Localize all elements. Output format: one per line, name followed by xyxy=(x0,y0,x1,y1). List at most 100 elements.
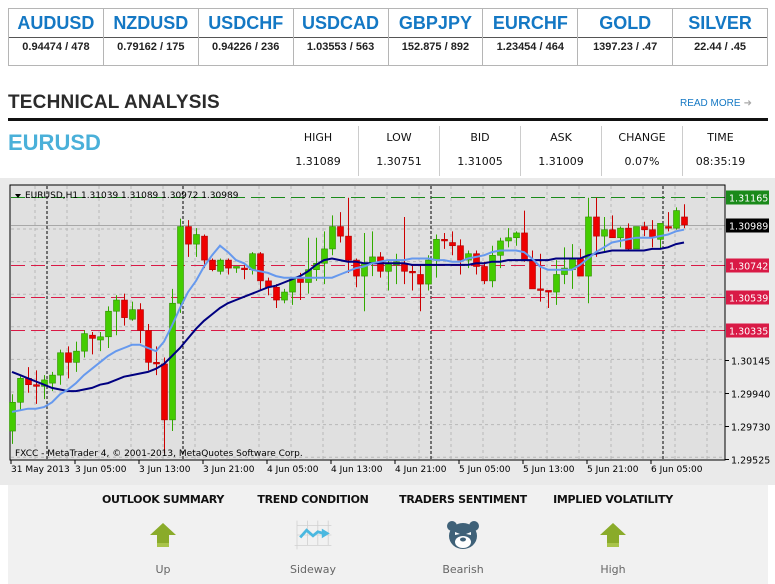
y-tick-label: 1.29730 xyxy=(731,423,770,434)
summary-value: Sideway xyxy=(289,563,337,576)
candle-body xyxy=(521,232,528,261)
implied-volatility: IMPLIED VOLATILITY High xyxy=(543,485,683,576)
ticker-symbol[interactable]: EURCHF xyxy=(483,9,578,39)
ticker-symbol[interactable]: GBPJPY xyxy=(388,9,483,39)
ticker-quote: 1.03553 / 563 xyxy=(306,41,375,54)
candle-body xyxy=(209,259,216,270)
quote-change: CHANGE 0.07% xyxy=(602,126,683,176)
candle-body xyxy=(17,378,24,403)
candle-body xyxy=(593,216,600,237)
candle-body xyxy=(505,237,512,242)
candle-body xyxy=(137,309,144,331)
x-tick-label: 4 Jun 21:00 xyxy=(395,465,447,475)
ticker-symbol[interactable]: USDCAD xyxy=(293,9,388,39)
ticker-item-audusd[interactable]: AUDUSD 0.94474 / 478 xyxy=(9,9,104,65)
x-tick-label: 6 Jun 05:00 xyxy=(651,465,703,475)
candle-body xyxy=(513,232,520,239)
ticker-strip: AUDUSD 0.94474 / 478 NZDUSD 0.79162 / 175 … xyxy=(8,8,768,66)
price-level-label: 1.30742 xyxy=(729,262,768,273)
chart-title: EURUSD,H1 1.31039 1.31089 1.30972 1.3098… xyxy=(25,191,239,201)
summary-heading: OUTLOOK SUMMARY xyxy=(101,493,225,506)
sideways-trend-icon xyxy=(293,515,333,555)
candle-body xyxy=(273,286,280,301)
candle-body xyxy=(193,234,200,245)
x-tick-label: 31 May 2013 xyxy=(11,465,70,475)
candle-body xyxy=(385,262,392,272)
candle-body xyxy=(153,362,160,365)
candle-body xyxy=(49,374,56,384)
candlestick-chart[interactable]: 1.31165 1.30989 1.30742 1.30539 1.30335 1.301… xyxy=(0,178,775,485)
summary-value: High xyxy=(600,563,626,576)
summary-value: Up xyxy=(155,563,171,576)
candle-body xyxy=(681,216,688,226)
quote-label: LOW xyxy=(386,131,412,144)
price-chart[interactable]: 1.31165 1.30989 1.30742 1.30539 1.30335 1.301… xyxy=(0,178,775,485)
ticker-quote: 1.23454 / 464 xyxy=(496,41,564,54)
section-title: TECHNICAL ANALYSIS xyxy=(8,92,220,113)
read-more-label[interactable]: READ MORE xyxy=(680,98,741,109)
candle-body xyxy=(105,310,112,338)
candle-body xyxy=(65,352,72,363)
candle-body xyxy=(161,363,168,421)
traders-sentiment: TRADERS SENTIMENT Bearish xyxy=(393,485,533,576)
ticker-symbol[interactable]: USDCHF xyxy=(198,9,293,39)
candle-body xyxy=(233,266,240,269)
summary-heading: TREND CONDITION xyxy=(257,493,369,506)
section-divider xyxy=(8,118,768,121)
ticker-item-silver[interactable]: SILVER 22.44 / .45 xyxy=(673,9,767,65)
candle-body xyxy=(337,226,344,237)
ticker-symbol[interactable]: AUDUSD xyxy=(9,9,103,39)
ticker-quote: 152.875 / 892 xyxy=(401,41,470,54)
quote-label: HIGH xyxy=(303,131,333,144)
candle-body xyxy=(497,240,504,256)
summary-heading: TRADERS SENTIMENT xyxy=(399,493,527,506)
x-tick-label: 5 Jun 13:00 xyxy=(523,465,575,475)
candle-body xyxy=(449,242,456,247)
ticker-quote: 0.94226 / 236 xyxy=(212,41,280,54)
candle-body xyxy=(489,255,496,282)
arrow-up-icon xyxy=(593,515,633,555)
ticker-item-eurchf[interactable]: EURCHF 1.23454 / 464 xyxy=(483,9,579,65)
ticker-item-nzdusd[interactable]: NZDUSD 0.79162 / 175 xyxy=(103,9,199,65)
x-tick-label: 4 Jun 05:00 xyxy=(267,465,319,475)
candle-body xyxy=(641,226,648,231)
candle-body xyxy=(417,274,424,285)
candle-body xyxy=(409,270,416,274)
ticker-item-usdcad[interactable]: USDCAD 1.03553 / 563 xyxy=(293,9,389,65)
candle-body xyxy=(185,226,192,245)
candle-body xyxy=(81,333,88,352)
candle-body xyxy=(673,210,680,229)
candle-body xyxy=(217,259,224,272)
candle-body xyxy=(177,226,184,304)
candle-body xyxy=(585,216,592,277)
candle-body xyxy=(601,229,608,237)
ticker-quote: 0.79162 / 175 xyxy=(117,41,185,54)
ticker-item-gbpjpy[interactable]: GBPJPY 152.875 / 892 xyxy=(388,9,484,65)
ticker-symbol[interactable]: GOLD xyxy=(578,9,673,39)
price-axis: 1.31165 1.30989 1.30742 1.30539 1.30335 1.301… xyxy=(725,190,770,467)
quote-label: BID xyxy=(470,131,490,144)
read-more-link[interactable]: READ MORE ➜ xyxy=(680,98,752,109)
x-tick-label: 5 Jun 05:00 xyxy=(459,465,511,475)
ticker-quote: 0.94474 / 478 xyxy=(22,41,90,54)
candle-body xyxy=(529,259,536,290)
candle-body xyxy=(129,309,136,320)
ticker-symbol[interactable]: NZDUSD xyxy=(103,9,198,39)
ticker-quote: 22.44 / .45 xyxy=(694,41,747,54)
candle-body xyxy=(257,253,264,282)
candle-body xyxy=(545,290,552,293)
ticker-quote: 1397.23 / .47 xyxy=(593,41,658,54)
chart-watermark: FXCC - MetaTrader 4, © 2001-2013, MetaQu… xyxy=(15,449,303,459)
candle-body xyxy=(665,226,672,229)
ticker-item-gold[interactable]: GOLD 1397.23 / .47 xyxy=(578,9,674,65)
arrow-right-icon: ➜ xyxy=(743,98,752,109)
summary-value: Bearish xyxy=(442,563,484,576)
candle-body xyxy=(329,226,336,250)
bear-icon xyxy=(443,515,483,555)
quote-value: 08:35:19 xyxy=(695,155,746,168)
ticker-symbol[interactable]: SILVER xyxy=(673,9,767,39)
candle-body xyxy=(201,235,208,261)
price-level-label: 1.30539 xyxy=(729,294,768,305)
price-level-label: 1.31165 xyxy=(729,194,768,205)
ticker-item-usdchf[interactable]: USDCHF 0.94226 / 236 xyxy=(198,9,294,65)
